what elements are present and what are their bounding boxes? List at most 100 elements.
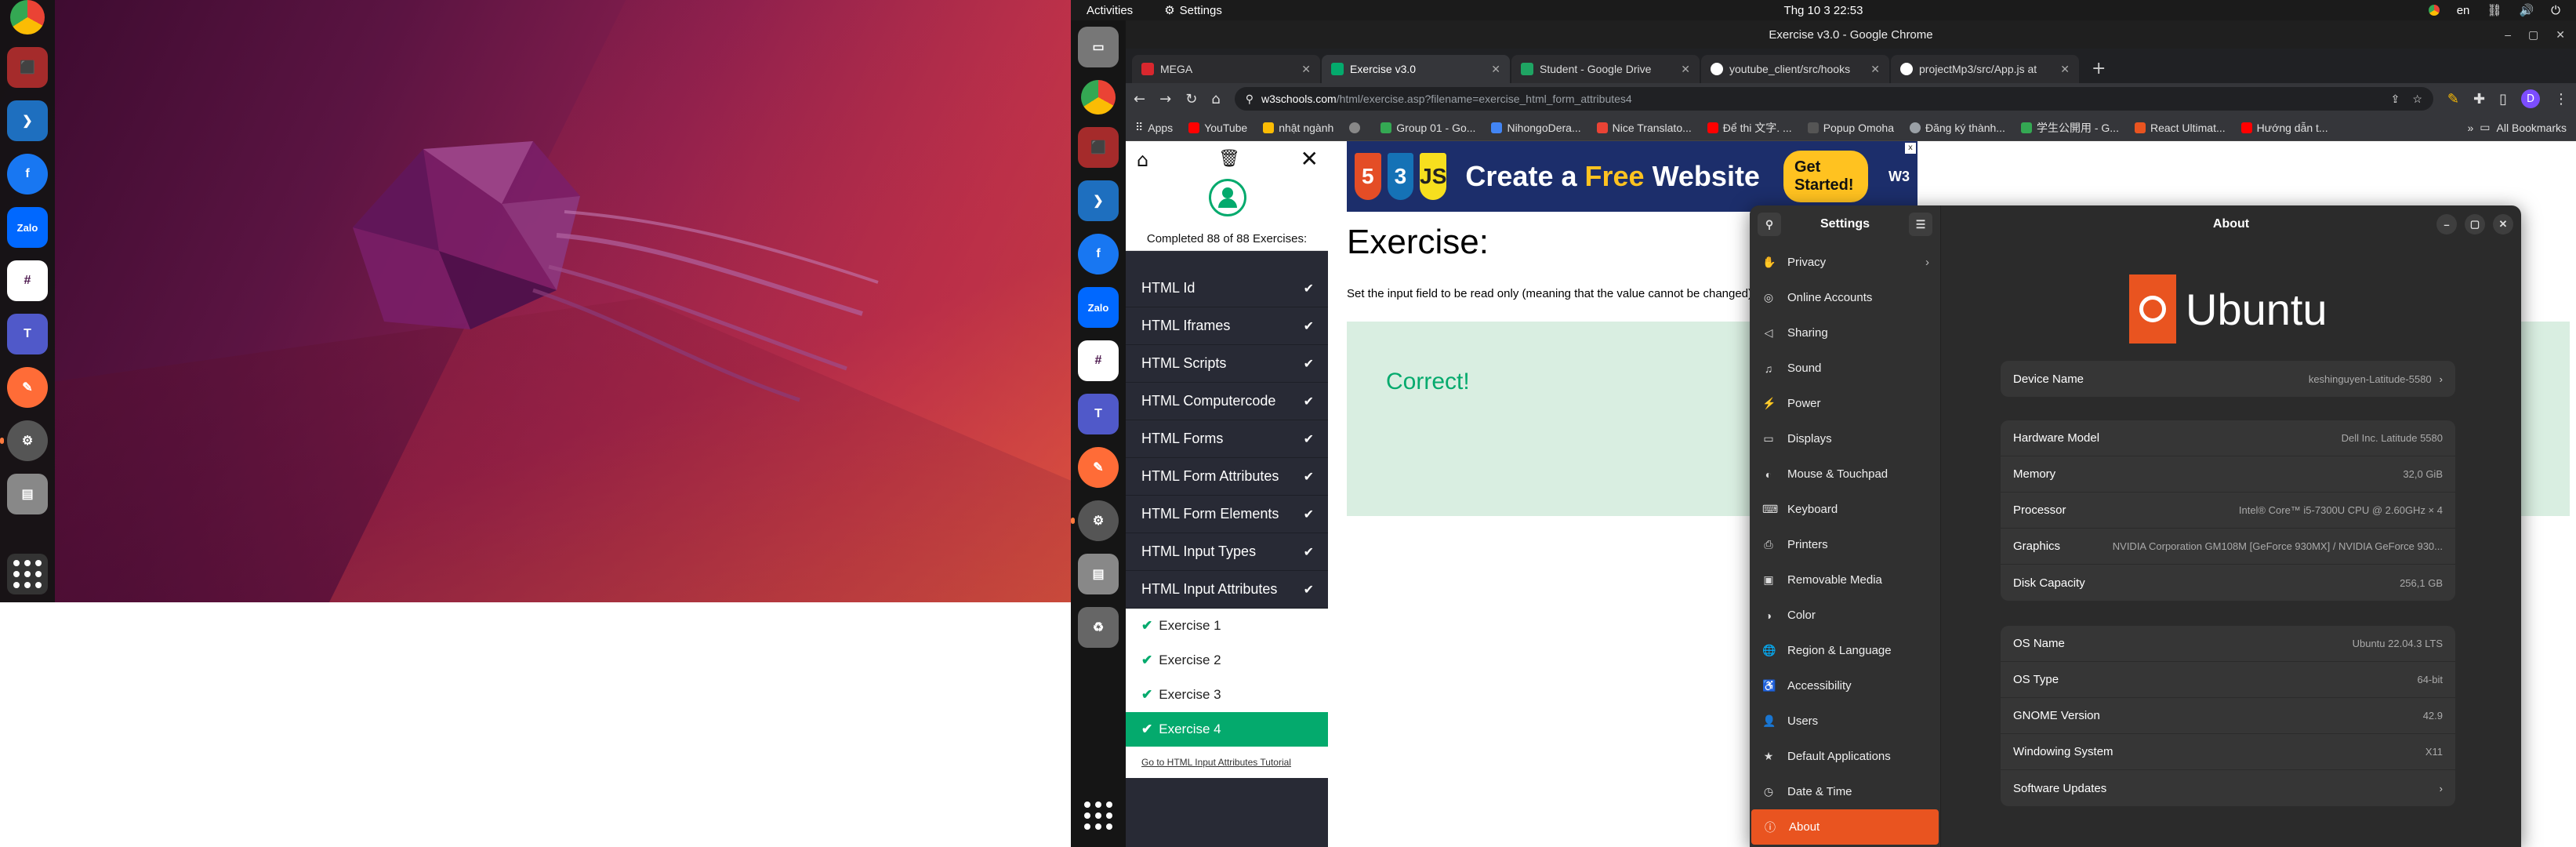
slack-icon[interactable]: #	[7, 260, 48, 301]
close-icon[interactable]: ✕	[1301, 146, 1319, 172]
exercise-item-2[interactable]: ✔ Exercise 2	[1126, 643, 1328, 678]
extension-icon[interactable]: ✎	[2447, 91, 2459, 107]
software-updates-row[interactable]: Software Updates ›	[2001, 770, 2455, 806]
text-editor-icon[interactable]: ▤	[7, 474, 48, 514]
language-indicator[interactable]: en	[2457, 4, 2470, 17]
show-apps-button[interactable]	[1078, 795, 1119, 836]
get-started-button[interactable]: Get Started!	[1783, 151, 1869, 202]
vscode-icon[interactable]: ❯	[1078, 180, 1119, 221]
exercise-item-1[interactable]: ✔ Exercise 1	[1126, 609, 1328, 643]
new-tab-button[interactable]: +	[2081, 59, 2117, 83]
nav-mouse-touchpad[interactable]: ◐ Mouse & Touchpad	[1750, 456, 1940, 492]
bookmark-popup-omoha[interactable]: Popup Omoha	[1807, 122, 1894, 134]
section-html-form-attributes[interactable]: HTML Form Attributes ✔	[1126, 458, 1328, 496]
zalo-icon[interactable]: Zalo	[7, 207, 48, 248]
nav-date-time[interactable]: ◷ Date & Time	[1750, 774, 1940, 809]
trash-icon[interactable]: 🗑	[1218, 149, 1240, 169]
postman-icon[interactable]: ✎	[1078, 447, 1119, 488]
nav-power[interactable]: ⚡ Power	[1750, 386, 1940, 421]
all-bookmarks[interactable]: » ▭ All Bookmarks	[2468, 121, 2567, 134]
nav-default-applications[interactable]: ★ Default Applications	[1750, 739, 1940, 774]
nav-removable-media[interactable]: ▣ Removable Media	[1750, 562, 1940, 598]
ad-close-icon[interactable]: x	[1905, 143, 1916, 154]
close-icon[interactable]: ✕	[2493, 214, 2513, 234]
goto-tutorial-link[interactable]: Go to HTML Input Attributes Tutorial	[1126, 747, 1328, 778]
nav-keyboard[interactable]: ⌨ Keyboard	[1750, 492, 1940, 527]
files-icon[interactable]: ▭	[1078, 27, 1119, 67]
profile-avatar[interactable]: D	[2521, 89, 2540, 108]
vscode-icon[interactable]: ❯	[7, 100, 48, 141]
close-tab-icon[interactable]: ✕	[1491, 63, 1500, 76]
bookmark-star-icon[interactable]: ☆	[2412, 93, 2422, 106]
tab-mega[interactable]: MEGA ✕	[1132, 55, 1320, 83]
close-tab-icon[interactable]: ✕	[1681, 63, 1690, 76]
section-html-computercode[interactable]: HTML Computercode ✔	[1126, 383, 1328, 420]
nav-printers[interactable]: ⎙ Printers	[1750, 527, 1940, 562]
facebook-icon[interactable]: f	[1078, 234, 1119, 274]
teams-icon[interactable]: T	[7, 314, 48, 354]
share-icon[interactable]: ⇪	[2391, 93, 2400, 106]
system-tray[interactable]: en ⛓ 🔊 ⏻	[2428, 3, 2560, 17]
site-info-icon[interactable]: ⚲	[1246, 93, 1254, 106]
device-name-row[interactable]: Device Name keshinguyen-Latitude-5580 ›	[2001, 361, 2455, 397]
bookmark-huong-dan[interactable]: Hướng dẫn t...	[2240, 122, 2328, 134]
show-apps-button[interactable]	[7, 554, 48, 594]
forward-icon[interactable]: →	[1159, 91, 1171, 107]
power-icon[interactable]: ⏻	[2551, 4, 2560, 17]
app-indicator[interactable]: ⚙ Settings	[1164, 3, 1222, 18]
bookmark-nhat-nganh[interactable]: nhật ngành	[1263, 122, 1333, 134]
zalo-icon[interactable]: Zalo	[1078, 287, 1119, 328]
close-tab-icon[interactable]: ✕	[2060, 63, 2070, 76]
section-html-input-attributes[interactable]: HTML Input Attributes ✔	[1126, 571, 1328, 609]
section-html-scripts[interactable]: HTML Scripts ✔	[1126, 345, 1328, 383]
bookmark-nice-translator[interactable]: Nice Translato...	[1596, 122, 1692, 134]
exercise-item-4[interactable]: ✔ Exercise 4	[1126, 712, 1328, 747]
maximize-icon[interactable]: ▢	[2465, 214, 2485, 234]
nav-region-language[interactable]: 🌐 Region & Language	[1750, 633, 1940, 668]
bookmark-youtube[interactable]: YouTube	[1188, 122, 1247, 134]
close-tab-icon[interactable]: ✕	[1870, 63, 1880, 76]
nav-users[interactable]: 👤 Users	[1750, 703, 1940, 739]
bookmark-blank[interactable]	[1349, 122, 1365, 133]
close-tab-icon[interactable]: ✕	[1301, 63, 1311, 76]
clock[interactable]: Thg 10 3 22:53	[1784, 4, 1863, 17]
bookmark-apps[interactable]: ⠿ Apps	[1135, 121, 1173, 134]
tab-github-projectmp3[interactable]: projectMp3/src/App.js at ✕	[1891, 55, 2079, 83]
teams-icon[interactable]: T	[1078, 394, 1119, 434]
settings-icon[interactable]: ⚙	[0, 420, 48, 461]
maximize-icon[interactable]: ▢	[2528, 28, 2538, 42]
nav-privacy[interactable]: ✋ Privacy ›	[1750, 245, 1940, 280]
bookmark-nihongo[interactable]: NihongoDera...	[1491, 122, 1581, 134]
home-icon[interactable]: ⌂	[1211, 91, 1220, 107]
postman-icon[interactable]: ✎	[7, 367, 48, 408]
user-avatar-icon[interactable]	[1209, 179, 1246, 216]
nav-color[interactable]: ◑ Color	[1750, 598, 1940, 633]
exercise-item-3[interactable]: ✔ Exercise 3	[1126, 678, 1328, 712]
nav-sharing[interactable]: ◁ Sharing	[1750, 315, 1940, 351]
bookmark-de-thi[interactable]: Để thi 文字. ...	[1707, 120, 1792, 136]
section-html-iframes[interactable]: HTML Iframes ✔	[1126, 307, 1328, 345]
nav-accessibility[interactable]: ♿ Accessibility	[1750, 668, 1940, 703]
bookmark-dang-ky[interactable]: Đăng ký thành...	[1910, 122, 2005, 134]
volume-icon[interactable]: 🔊	[2519, 3, 2534, 17]
minimize-icon[interactable]: –	[2436, 214, 2457, 234]
section-html-forms[interactable]: HTML Forms ✔	[1126, 420, 1328, 458]
tab-google-drive[interactable]: Student - Google Drive ✕	[1511, 55, 1700, 83]
nav-about[interactable]: ⓘ About	[1751, 809, 1939, 845]
back-icon[interactable]: ←	[1134, 91, 1145, 107]
section-html-input-types[interactable]: HTML Input Types ✔	[1126, 533, 1328, 571]
close-icon[interactable]: ✕	[2556, 28, 2565, 42]
activities-button[interactable]: Activities	[1087, 4, 1133, 17]
section-html-id[interactable]: HTML Id ✔	[1126, 270, 1328, 307]
tab-github-youtube-client[interactable]: youtube_client/src/hooks ✕	[1701, 55, 1889, 83]
bookmark-group01[interactable]: Group 01 - Go...	[1381, 122, 1475, 134]
reload-icon[interactable]: ↻	[1185, 91, 1197, 107]
nav-sound[interactable]: ♫ Sound	[1750, 351, 1940, 386]
home-icon[interactable]: ⌂	[1137, 149, 1148, 171]
hamburger-menu-icon[interactable]: ☰	[1909, 213, 1932, 236]
facebook-icon[interactable]: f	[7, 154, 48, 194]
address-bar[interactable]: ⚲ w3schools.com/html/exercise.asp?filena…	[1234, 87, 2433, 111]
puzzle-icon[interactable]: ✚	[2473, 91, 2485, 107]
section-html-form-elements[interactable]: HTML Form Elements ✔	[1126, 496, 1328, 533]
bookmark-gakusei[interactable]: 学生公開用 - G...	[2020, 120, 2119, 136]
